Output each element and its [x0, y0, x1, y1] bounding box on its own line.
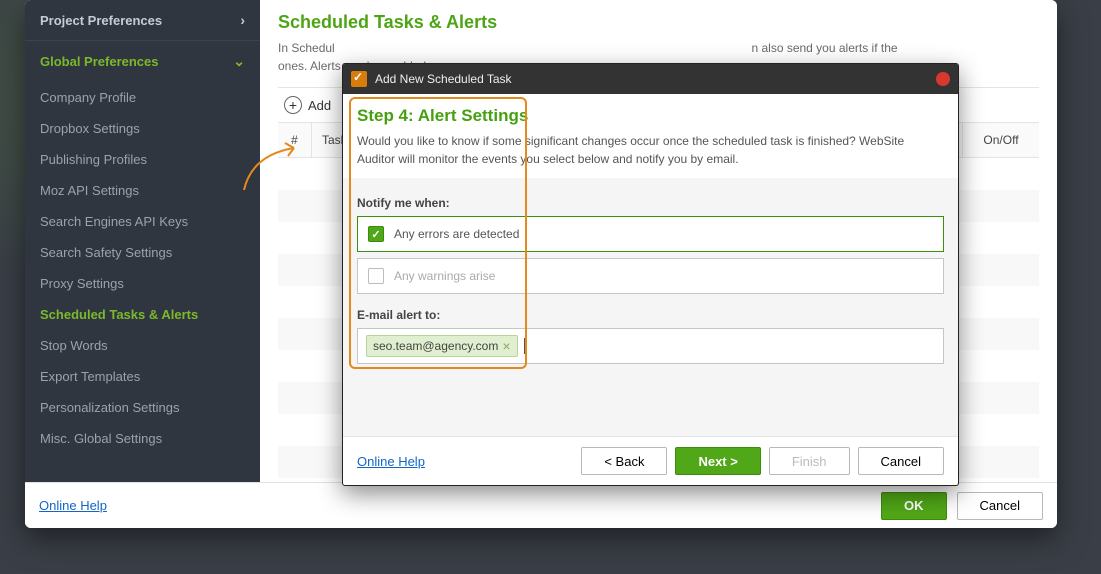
email-tag-text: seo.team@agency.com — [373, 339, 498, 353]
modal-footer: Online Help < Back Next > Finish Cancel — [343, 436, 958, 485]
sidebar-global-label: Global Preferences — [40, 54, 159, 69]
checkbox-icon — [368, 226, 384, 242]
sidebar-global-header[interactable]: Global Preferences ⌄ — [25, 40, 260, 82]
modal-help-link[interactable]: Online Help — [357, 454, 425, 469]
sidebar-item-personalization[interactable]: Personalization Settings — [25, 392, 260, 423]
modal-cancel-button[interactable]: Cancel — [858, 447, 944, 475]
ok-button[interactable]: OK — [881, 492, 947, 520]
finish-button[interactable]: Finish — [769, 447, 850, 475]
add-task-modal: Add New Scheduled Task Step 4: Alert Set… — [342, 63, 959, 486]
notify-label: Notify me when: — [357, 196, 944, 210]
sidebar-item-proxy[interactable]: Proxy Settings — [25, 268, 260, 299]
add-button[interactable]: + Add — [278, 92, 337, 118]
sidebar-item-stop-words[interactable]: Stop Words — [25, 330, 260, 361]
chevron-down-icon: ⌄ — [233, 53, 245, 70]
sidebar-item-se-api-keys[interactable]: Search Engines API Keys — [25, 206, 260, 237]
sidebar-item-dropbox[interactable]: Dropbox Settings — [25, 113, 260, 144]
remove-tag-icon[interactable]: × — [502, 339, 510, 353]
sidebar-item-moz-api[interactable]: Moz API Settings — [25, 175, 260, 206]
modal-form: Notify me when: Any errors are detected … — [343, 178, 958, 436]
checkbox-warnings[interactable]: Any warnings arise — [357, 258, 944, 294]
sidebar-project-header[interactable]: Project Preferences › — [25, 0, 260, 40]
next-button[interactable]: Next > — [675, 447, 760, 475]
text-cursor — [524, 338, 525, 354]
cancel-button[interactable]: Cancel — [957, 492, 1043, 520]
checkbox-errors-label: Any errors are detected — [394, 227, 519, 241]
email-input[interactable]: seo.team@agency.com × — [357, 328, 944, 364]
modal-step-header: Step 4: Alert Settings Would you like to… — [343, 94, 958, 178]
sidebar-item-company-profile[interactable]: Company Profile — [25, 82, 260, 113]
plus-icon: + — [284, 96, 302, 114]
email-tag[interactable]: seo.team@agency.com × — [366, 335, 518, 357]
close-icon[interactable] — [936, 72, 950, 86]
checkbox-icon — [368, 268, 384, 284]
sidebar-item-publishing[interactable]: Publishing Profiles — [25, 144, 260, 175]
sidebar-item-scheduled-tasks[interactable]: Scheduled Tasks & Alerts — [25, 299, 260, 330]
col-num: # — [278, 123, 312, 157]
sidebar-item-export-templates[interactable]: Export Templates — [25, 361, 260, 392]
sidebar: Project Preferences › Global Preferences… — [25, 0, 260, 482]
step-title: Step 4: Alert Settings — [357, 106, 944, 126]
chevron-right-icon: › — [240, 12, 245, 28]
bottom-bar: Online Help OK Cancel — [25, 482, 1057, 528]
sidebar-item-misc[interactable]: Misc. Global Settings — [25, 423, 260, 454]
online-help-link[interactable]: Online Help — [39, 498, 107, 513]
back-button[interactable]: < Back — [581, 447, 667, 475]
task-icon — [351, 71, 367, 87]
sidebar-project-label: Project Preferences — [40, 13, 162, 28]
modal-title-label: Add New Scheduled Task — [375, 72, 512, 86]
checkbox-errors[interactable]: Any errors are detected — [357, 216, 944, 252]
page-title: Scheduled Tasks & Alerts — [278, 12, 1039, 33]
modal-titlebar[interactable]: Add New Scheduled Task — [343, 64, 958, 94]
checkbox-warnings-label: Any warnings arise — [394, 269, 495, 283]
col-onoff: On/Off — [963, 123, 1039, 157]
email-label: E-mail alert to: — [357, 308, 944, 322]
step-description: Would you like to know if some significa… — [357, 132, 944, 168]
sidebar-item-safety[interactable]: Search Safety Settings — [25, 237, 260, 268]
add-button-label: Add — [308, 98, 331, 113]
